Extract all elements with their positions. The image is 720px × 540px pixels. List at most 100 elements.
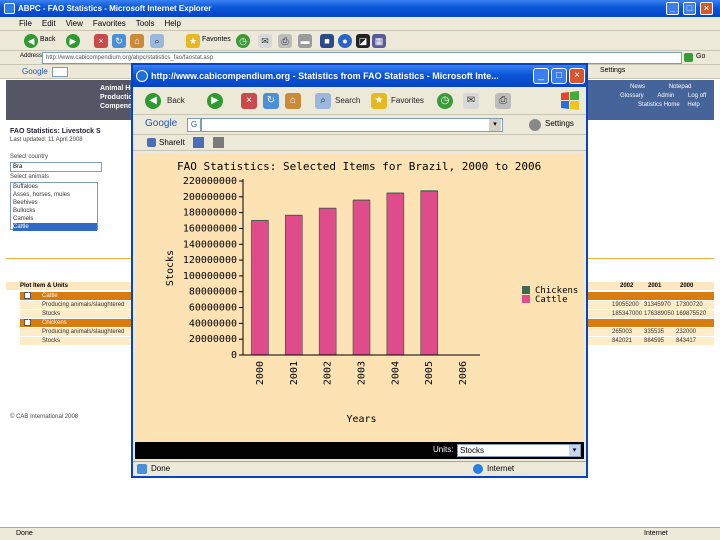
x-tick-label: 2000 [255, 361, 266, 385]
units-select[interactable]: Stocks ▾ [457, 444, 581, 457]
banner-link-admin[interactable]: Admin [657, 93, 674, 99]
y-tick-label: 220000000 [183, 176, 237, 187]
bg-row-label: Stocks [42, 311, 61, 317]
toolbar-grid-icon[interactable] [193, 137, 204, 148]
stop-icon[interactable]: × [94, 34, 108, 48]
x-tick-label: 2003 [357, 361, 368, 385]
history-icon[interactable]: ◷ [236, 34, 250, 48]
menu-help[interactable]: Help [159, 17, 185, 31]
popup-refresh-icon[interactable]: ↻ [263, 93, 279, 109]
edit-icon[interactable]: ▬ [298, 34, 312, 48]
menu-edit[interactable]: Edit [37, 17, 61, 31]
popup-history-icon[interactable]: ◷ [437, 93, 453, 109]
shareit-icon[interactable] [147, 138, 156, 147]
x-tick-label: 2001 [289, 361, 300, 385]
units-select-value: Stocks [460, 446, 485, 455]
banner-link-news[interactable]: News [630, 84, 645, 90]
outer-close-button[interactable]: × [700, 2, 713, 15]
bg-row-value: 843417 [676, 338, 697, 344]
banner-link-home[interactable]: Home [664, 102, 680, 108]
bg-animal-item[interactable]: Beehives [13, 199, 97, 207]
y-tick-label: 40000000 [189, 318, 237, 329]
go-button-label[interactable]: Go [696, 53, 705, 60]
menu-tools[interactable]: Tools [131, 17, 160, 31]
popup-minimize-button[interactable]: _ [533, 68, 549, 84]
bg-animal-item[interactable]: Camels [13, 215, 97, 223]
bg-group-checkbox[interactable]: ✓ [24, 292, 31, 299]
bg-table-header: Plot Item & Units [20, 283, 69, 289]
popup-search-icon[interactable]: ⌕ [315, 93, 331, 109]
popup-maximize-button[interactable]: □ [551, 68, 567, 84]
popup-google-g-icon[interactable]: G [187, 118, 201, 132]
banner-link-logoff[interactable]: Log off [688, 93, 706, 99]
popup-google-search-input[interactable] [201, 118, 503, 132]
research-icon[interactable]: ◪ [356, 34, 370, 48]
popup-back-label[interactable]: Back [167, 92, 185, 110]
bg-row-label: Chickens [42, 320, 67, 326]
banner-link-statistics[interactable]: Statistics [638, 102, 662, 108]
bar-chickens-2005 [420, 190, 438, 192]
popup-settings-icon[interactable] [529, 119, 541, 131]
popup-favorites-icon[interactable]: ★ [371, 93, 387, 109]
y-tick-label: 200000000 [183, 192, 237, 203]
y-tick-label: 180000000 [183, 208, 237, 219]
bg-year-2001: 2001 [648, 283, 662, 289]
outer-google-settings[interactable]: Settings [600, 67, 625, 74]
discuss-icon[interactable]: ■ [320, 34, 334, 48]
bg-animal-item[interactable]: Buffaloes [13, 183, 97, 191]
go-arrow-icon[interactable] [684, 53, 693, 62]
popup-search-label[interactable]: Search [335, 92, 360, 110]
back-icon[interactable]: ◀ [24, 34, 38, 48]
bg-group-checkbox[interactable]: ✓ [24, 319, 31, 326]
popup-favorites-label[interactable]: Favorites [391, 92, 424, 110]
home-icon[interactable]: ⌂ [130, 34, 144, 48]
toolbar-edit-icon[interactable] [213, 137, 224, 148]
favorites-button-label[interactable]: Favorites [202, 36, 231, 43]
messenger-icon[interactable]: ● [338, 34, 352, 48]
banner-link-glossary[interactable]: Glossary [620, 93, 644, 99]
banner-link-help[interactable]: Help [687, 102, 699, 108]
print-icon[interactable]: ⎙ [278, 34, 292, 48]
popup-back-icon[interactable]: ◀ [145, 93, 161, 109]
search-icon[interactable]: ⌕ [150, 34, 164, 48]
banner-link-notepad[interactable]: Notepad [669, 84, 692, 90]
popup-home-icon[interactable]: ⌂ [285, 93, 301, 109]
bg-animal-item[interactable]: Asses, horses, mules [13, 191, 97, 199]
menu-view[interactable]: View [61, 17, 88, 31]
popup-ie-icon [136, 70, 148, 82]
menu-file[interactable]: File [14, 17, 37, 31]
mail-icon[interactable]: ✉ [258, 34, 272, 48]
popup-zone-label: Internet [487, 464, 515, 473]
popup-close-button[interactable]: × [569, 68, 585, 84]
popup-title-bar: http://www.cabicompendium.org - Statisti… [133, 65, 586, 87]
shareit-label[interactable]: ShareIt [159, 138, 185, 147]
outer-menu-bar: File Edit View Favorites Tools Help [0, 17, 720, 31]
popup-forward-icon[interactable]: ▶ [207, 93, 223, 109]
outer-google-search-input[interactable] [52, 67, 68, 77]
units-dropdown-icon[interactable]: ▾ [569, 445, 580, 456]
bg-animal-item-selected[interactable]: Cattle [13, 223, 97, 231]
popup-stop-icon[interactable]: × [241, 93, 257, 109]
back-button-label[interactable]: Back [40, 36, 56, 43]
popup-google-dropdown-icon[interactable]: ▾ [489, 119, 501, 131]
refresh-icon[interactable]: ↻ [112, 34, 126, 48]
forward-icon[interactable]: ▶ [66, 34, 80, 48]
tools-icon[interactable]: ▦ [372, 34, 386, 48]
popup-google-settings[interactable]: Settings [545, 119, 574, 128]
popup-print-icon[interactable]: ⎙ [495, 93, 511, 109]
bg-country-select[interactable]: Bra [10, 162, 102, 172]
favorites-icon[interactable]: ★ [186, 34, 200, 48]
bar-cattle-2004 [386, 192, 405, 356]
bg-row-value: 169875520 [676, 311, 707, 317]
outer-maximize-button[interactable]: □ [683, 2, 696, 15]
bg-row-label: Cattle [42, 293, 58, 299]
bg-animal-item[interactable]: Bullocks [13, 207, 97, 215]
menu-favorites[interactable]: Favorites [88, 17, 131, 31]
y-tick-label: 140000000 [183, 239, 237, 250]
bg-animals-list[interactable]: Buffaloes Asses, horses, mules Beehives … [10, 182, 98, 231]
internet-zone-icon [473, 464, 483, 474]
popup-page-icon [137, 464, 147, 474]
bg-row-value: 335535 [644, 329, 665, 335]
outer-minimize-button[interactable]: _ [666, 2, 679, 15]
popup-mail-icon[interactable]: ✉ [463, 93, 479, 109]
